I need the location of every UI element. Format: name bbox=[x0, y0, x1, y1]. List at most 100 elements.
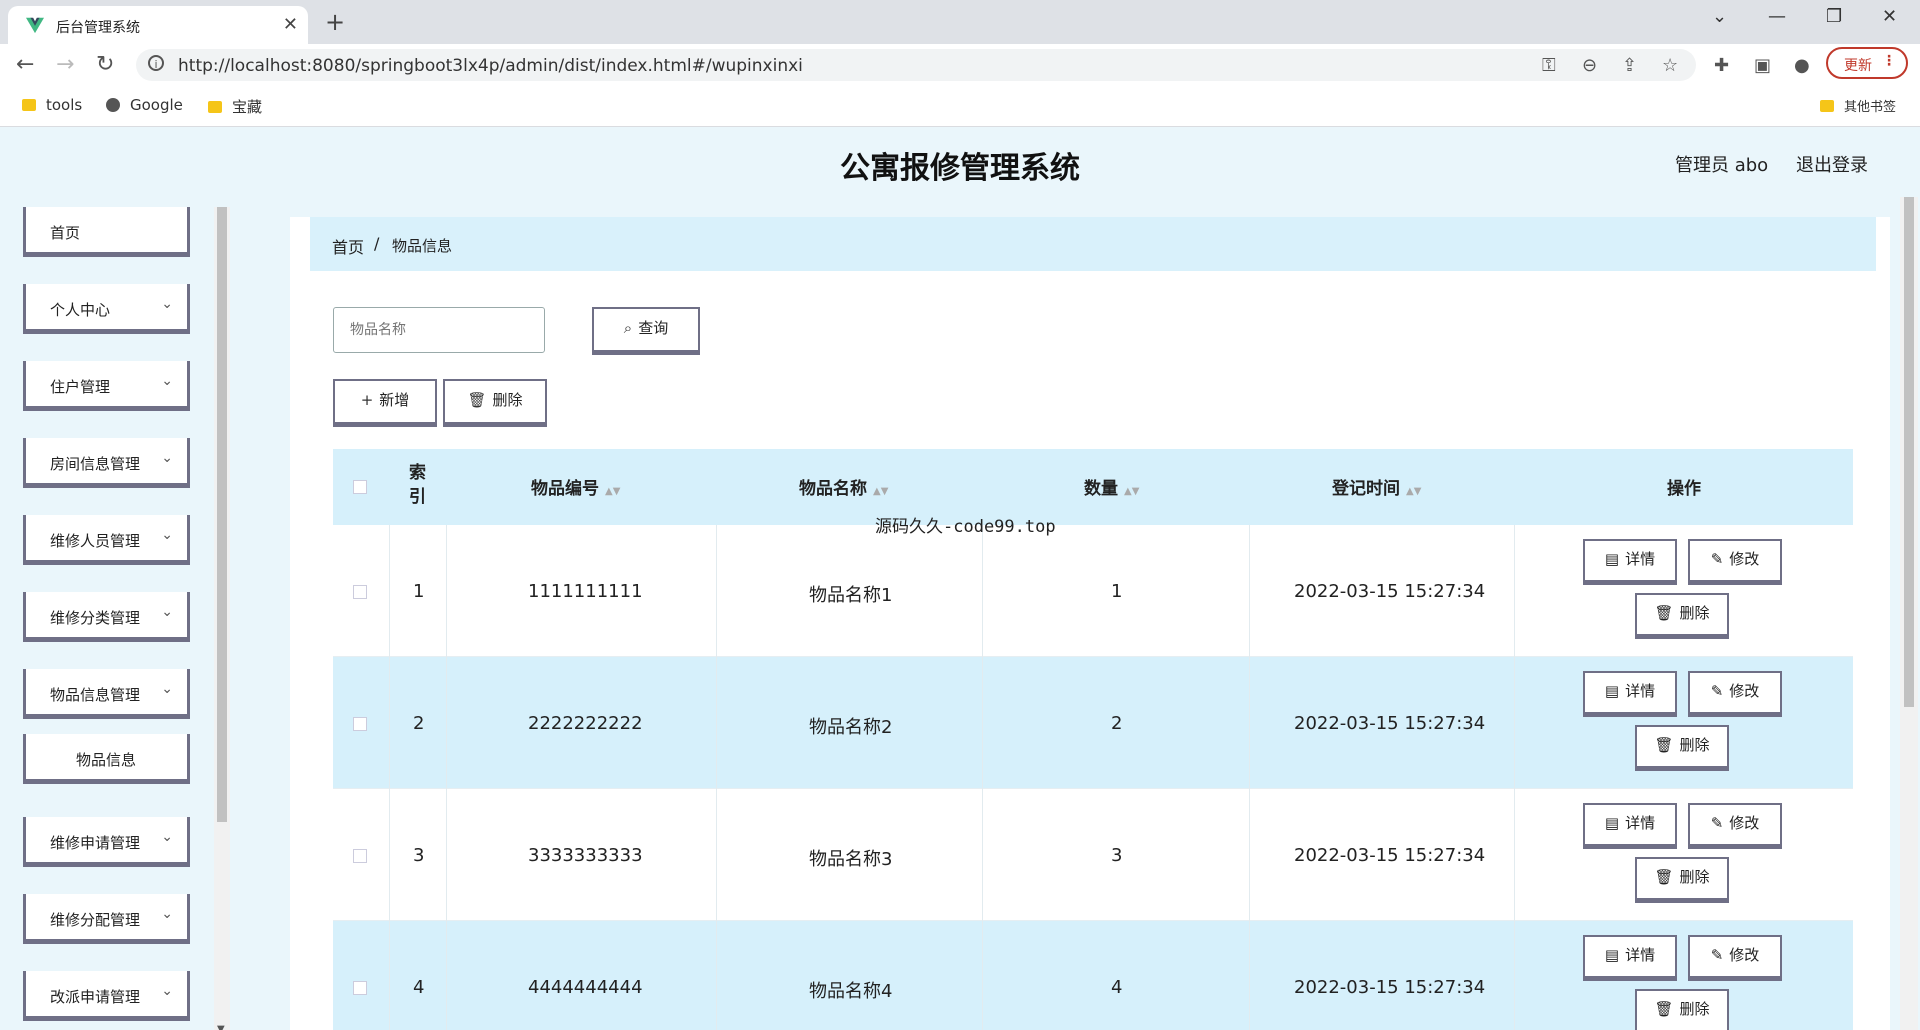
trash-icon: 🗑 bbox=[1654, 1000, 1674, 1018]
extensions-icon[interactable]: ✚ bbox=[1714, 55, 1729, 76]
header-code[interactable]: 物品编号 ▲▼ bbox=[531, 474, 620, 499]
sidebar-scrollbar[interactable]: ▼ bbox=[214, 207, 230, 1030]
edit-label: 修改 bbox=[1729, 814, 1760, 832]
sidebar-item-home[interactable]: 首页 bbox=[23, 207, 190, 257]
forward-icon[interactable]: → bbox=[56, 52, 74, 77]
detail-button[interactable]: ▤ 详情 bbox=[1583, 671, 1677, 717]
sort-icon[interactable]: ▲▼ bbox=[873, 486, 888, 497]
delete-button[interactable]: 🗑 删除 bbox=[1635, 857, 1729, 903]
sidebar-item-repair-requests[interactable]: 维修申请管理 ⌄ bbox=[23, 817, 190, 867]
batch-delete-button[interactable]: 🗑 删除 bbox=[443, 379, 547, 427]
column-divider bbox=[446, 525, 447, 657]
reload-icon[interactable]: ↻ bbox=[96, 52, 114, 77]
delete-button[interactable]: 🗑 删除 bbox=[1635, 989, 1729, 1030]
scroll-down-icon[interactable]: ▼ bbox=[217, 1024, 225, 1030]
delete-button[interactable]: 🗑 删除 bbox=[1635, 593, 1729, 639]
sidebar-item-profile[interactable]: 个人中心 ⌄ bbox=[23, 284, 190, 334]
edit-button[interactable]: ✎ 修改 bbox=[1688, 671, 1782, 717]
sidebar-item-label: 物品信息 bbox=[76, 751, 137, 769]
detail-button[interactable]: ▤ 详情 bbox=[1583, 803, 1677, 849]
sidebar-item-residents[interactable]: 住户管理 ⌄ bbox=[23, 361, 190, 411]
page-scrollbar[interactable] bbox=[1900, 197, 1918, 1030]
bookmark-tools[interactable]: tools bbox=[22, 96, 82, 114]
sidebar-item-repair-staff[interactable]: 维修人员管理 ⌄ bbox=[23, 515, 190, 565]
edit-button[interactable]: ✎ 修改 bbox=[1688, 935, 1782, 981]
url-text: http://localhost:8080/springboot3lx4p/ad… bbox=[178, 56, 803, 76]
new-tab-icon[interactable]: + bbox=[325, 8, 345, 36]
site-info-icon[interactable]: i bbox=[148, 55, 164, 71]
star-icon[interactable]: ☆ bbox=[1662, 55, 1678, 76]
column-divider bbox=[389, 657, 390, 789]
sidebar-item-label: 个人中心 bbox=[50, 301, 111, 319]
pencil-icon: ✎ bbox=[1710, 946, 1724, 964]
select-all-checkbox[interactable] bbox=[353, 480, 367, 494]
sort-icon[interactable]: ▲▼ bbox=[1406, 486, 1421, 497]
sidebar-item-label: 住户管理 bbox=[50, 378, 111, 396]
bookmark-google[interactable]: Google bbox=[106, 96, 183, 114]
cell-index: 4 bbox=[413, 977, 425, 998]
column-divider bbox=[446, 921, 447, 1030]
row-checkbox[interactable] bbox=[353, 585, 367, 599]
tab-search-icon[interactable]: ⌄ bbox=[1712, 6, 1727, 27]
close-tab-icon[interactable]: ✕ bbox=[283, 14, 298, 35]
restore-icon[interactable]: ❐ bbox=[1826, 6, 1842, 27]
sidebar-scroll-thumb[interactable] bbox=[217, 207, 227, 822]
header-time[interactable]: 登记时间 ▲▼ bbox=[1332, 474, 1421, 499]
header-name[interactable]: 物品名称 ▲▼ bbox=[799, 474, 888, 499]
profile-icon[interactable]: ● bbox=[1794, 55, 1810, 76]
sort-icon[interactable]: ▲▼ bbox=[1124, 486, 1139, 497]
edit-label: 修改 bbox=[1729, 682, 1760, 700]
header-qty[interactable]: 数量 ▲▼ bbox=[1084, 474, 1139, 499]
breadcrumb-home[interactable]: 首页 bbox=[332, 234, 364, 258]
key-icon[interactable]: ⚿ bbox=[1542, 55, 1556, 76]
share-icon[interactable]: ⇪ bbox=[1622, 55, 1637, 76]
sidepanel-icon[interactable]: ▣ bbox=[1754, 55, 1771, 76]
delete-label: 删除 bbox=[1679, 868, 1710, 886]
header-index: 索引 bbox=[409, 463, 426, 507]
search-input[interactable] bbox=[333, 307, 545, 353]
globe-icon bbox=[106, 98, 120, 112]
address-bar[interactable]: i http://localhost:8080/springboot3lx4p/… bbox=[136, 49, 1696, 81]
update-button[interactable]: 更新 ⋮ bbox=[1826, 47, 1908, 79]
bookmark-baozang[interactable]: 宝藏 bbox=[208, 96, 262, 117]
sidebar-item-repair-category[interactable]: 维修分类管理 ⌄ bbox=[23, 592, 190, 642]
sidebar-item-rooms[interactable]: 房间信息管理 ⌄ bbox=[23, 438, 190, 488]
breadcrumb: 首页 / 物品信息 bbox=[310, 217, 1876, 271]
logout-button[interactable]: 退出登录 bbox=[1796, 151, 1868, 177]
column-divider bbox=[716, 525, 717, 657]
pencil-icon: ✎ bbox=[1710, 550, 1724, 568]
sidebar-item-repair-assign[interactable]: 维修分配管理 ⌄ bbox=[23, 894, 190, 944]
cell-name: 物品名称3 bbox=[809, 849, 893, 870]
add-button[interactable]: + 新增 bbox=[333, 379, 437, 427]
minimize-icon[interactable]: — bbox=[1768, 6, 1786, 27]
sidebar-item-reassign-requests[interactable]: 改派申请管理 ⌄ bbox=[23, 971, 190, 1021]
back-icon[interactable]: ← bbox=[16, 52, 34, 77]
sort-icon[interactable]: ▲▼ bbox=[605, 486, 620, 497]
detail-button[interactable]: ▤ 详情 bbox=[1583, 539, 1677, 585]
other-bookmarks[interactable]: 其他书签 bbox=[1820, 96, 1896, 115]
zoom-icon[interactable]: ⊖ bbox=[1582, 55, 1597, 76]
edit-button[interactable]: ✎ 修改 bbox=[1688, 539, 1782, 585]
column-divider bbox=[1249, 525, 1250, 657]
row-checkbox[interactable] bbox=[353, 717, 367, 731]
close-window-icon[interactable]: ✕ bbox=[1882, 6, 1897, 27]
sidebar-subitem-item-info[interactable]: 物品信息 bbox=[23, 734, 190, 784]
sidebar-item-items[interactable]: 物品信息管理 ⌄ bbox=[23, 669, 190, 719]
row-checkbox[interactable] bbox=[353, 849, 367, 863]
edit-button[interactable]: ✎ 修改 bbox=[1688, 803, 1782, 849]
delete-button[interactable]: 🗑 删除 bbox=[1635, 725, 1729, 771]
page-scroll-thumb[interactable] bbox=[1904, 197, 1914, 707]
row-checkbox[interactable] bbox=[353, 981, 367, 995]
detail-button[interactable]: ▤ 详情 bbox=[1583, 935, 1677, 981]
column-divider bbox=[1514, 789, 1515, 921]
column-divider bbox=[1514, 525, 1515, 657]
header-qty-label: 数量 bbox=[1084, 479, 1118, 499]
add-button-label: 新增 bbox=[379, 391, 410, 409]
detail-label: 详情 bbox=[1625, 550, 1656, 568]
bookmark-label: 其他书签 bbox=[1844, 100, 1897, 115]
search-button[interactable]: ⌕ 查询 bbox=[592, 307, 700, 355]
browser-tab[interactable]: 后台管理系统 ✕ bbox=[8, 6, 308, 44]
chevron-down-icon: ⌄ bbox=[161, 829, 173, 845]
detail-label: 详情 bbox=[1625, 682, 1656, 700]
browser-tab-title: 后台管理系统 bbox=[56, 20, 140, 36]
